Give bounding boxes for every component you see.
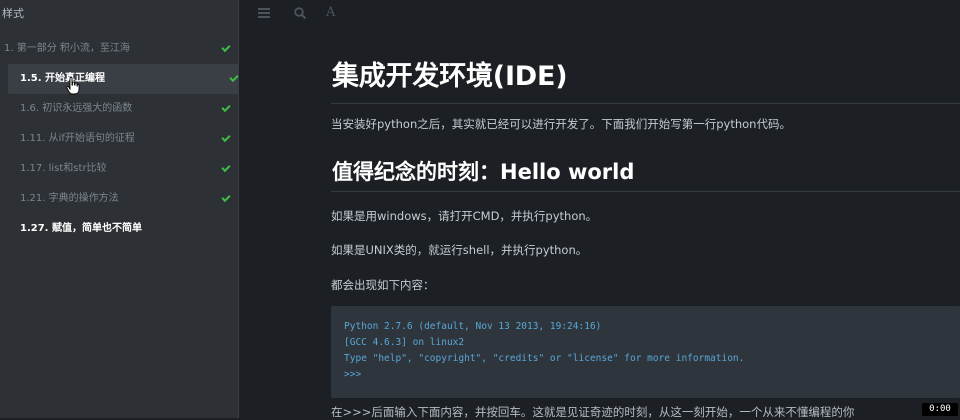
toc-item-1-5[interactable]: 1.5. 开始真正编程 — [8, 64, 239, 94]
paragraph-unix: 如果是UNIX类的，就运行shell，并执行python。 — [331, 243, 588, 257]
toc-item-label: 1.17. list和str比较 — [20, 163, 107, 174]
paragraph-output: 都会出现如下内容： — [331, 278, 435, 292]
check-icon — [221, 42, 231, 53]
check-icon — [221, 192, 231, 203]
title-divider — [331, 103, 960, 104]
toc-item-1-21[interactable]: 1.21. 字典的操作方法 — [0, 184, 238, 214]
toc-item-label: 1.27. 赋值，简单也不简单 — [20, 223, 142, 234]
check-icon — [221, 162, 231, 173]
page-title: 集成开发环境(IDE) — [332, 61, 568, 92]
toc-item-label: 1.11. 从if开始语句的征程 — [20, 133, 135, 144]
toolbar: A — [239, 0, 960, 26]
code-line: Python 2.7.6 (default, Nov 13 2013, 19:2… — [344, 321, 602, 332]
toc-item-label: 1.6. 初识永远强大的函数 — [20, 103, 133, 114]
code-line: Type "help", "copyright", "credits" or "… — [344, 353, 745, 364]
code-line: >>> — [344, 369, 362, 380]
code-line: [GCC 4.6.3] on linux2 — [344, 337, 465, 348]
toc-item-1-6[interactable]: 1.6. 初识永远强大的函数 — [0, 94, 238, 124]
check-icon — [229, 72, 239, 83]
toc-item-label: 1.5. 开始真正编程 — [20, 73, 105, 84]
check-icon — [221, 132, 231, 143]
toc-item-1-27[interactable]: 1.27. 赋值，简单也不简单 — [0, 214, 238, 244]
check-icon — [221, 102, 231, 113]
toc-item-label: 1. 第一部分 积小流，至江海 — [4, 43, 130, 54]
menu-icon[interactable] — [256, 4, 274, 22]
paragraph-windows: 如果是用windows，请打开CMD，并执行python。 — [331, 209, 598, 223]
toc-nav: 1. 第一部分 积小流，至江海 1.5. 开始真正编程 1.6. 初识永远强大的… — [0, 34, 239, 244]
section-divider — [331, 191, 960, 192]
toc-item-1-17[interactable]: 1.17. list和str比较 — [0, 154, 238, 184]
toc-item-1-11[interactable]: 1.11. 从if开始语句的征程 — [0, 124, 238, 154]
sidebar-header: 样式 — [2, 7, 24, 20]
toc-item-part1[interactable]: 1. 第一部分 积小流，至江海 — [0, 34, 238, 64]
intro-paragraph: 当安装好python之后，其实就已经可以进行开发了。下面我们开始写第一行pyth… — [331, 117, 791, 131]
hand-cursor-icon — [66, 77, 80, 95]
section-heading: 值得纪念的时刻：Hello world — [332, 160, 635, 184]
code-block: Python 2.7.6 (default, Nov 13 2013, 19:2… — [331, 306, 960, 398]
toc-item-label: 1.21. 字典的操作方法 — [20, 193, 119, 204]
video-timer: 0:00 — [922, 403, 958, 416]
search-icon[interactable] — [292, 4, 310, 22]
font-icon[interactable]: A — [326, 4, 344, 22]
sidebar: 样式 1. 第一部分 积小流，至江海 1.5. 开始真正编程 1.6. 初识永远… — [0, 0, 239, 418]
